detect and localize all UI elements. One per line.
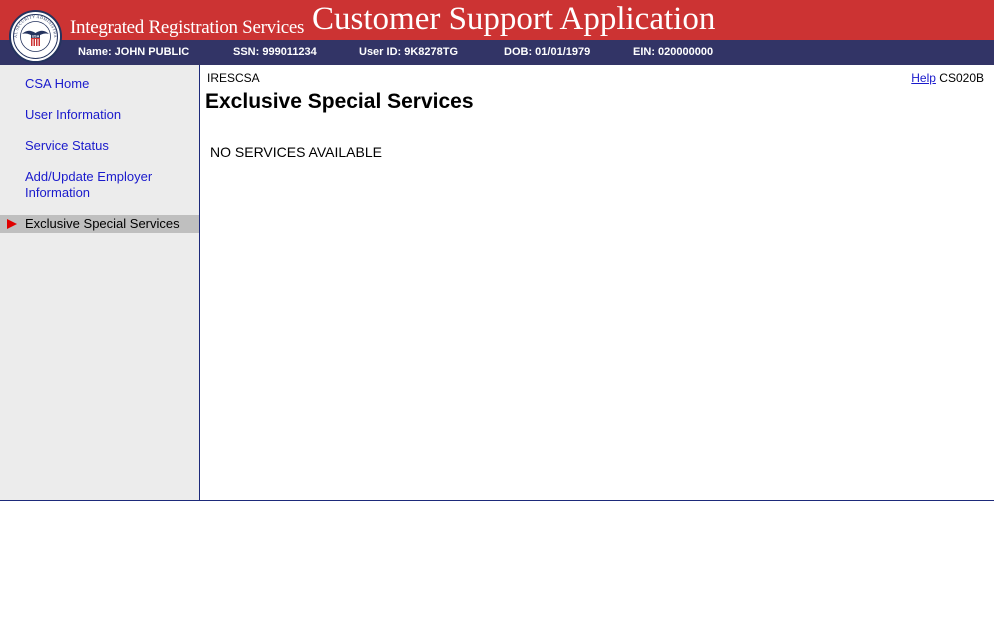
sidebar-item-csa-home[interactable]: CSA Home [25, 76, 89, 92]
sidebar-nav: CSA Home User Information Service Status… [0, 65, 199, 500]
main-content: IRESCSA Help CS020B Exclusive Special Se… [200, 65, 994, 500]
no-services-message: NO SERVICES AVAILABLE [210, 144, 382, 160]
user-ssn: SSN: 999011234 [233, 46, 317, 58]
system-title: Integrated Registration Services [70, 17, 305, 38]
header-banner: Integrated Registration Services Custome… [0, 0, 994, 40]
sidebar-item-label: Exclusive Special Services [25, 216, 180, 231]
user-id: User ID: 9K8278TG [359, 46, 459, 58]
ssa-seal-logo: USA SOCIAL SECURITY ADMINISTRATION [9, 10, 62, 63]
help-link[interactable]: Help [911, 71, 936, 85]
page-title: Exclusive Special Services [205, 90, 474, 113]
seal-center-text: USA [32, 35, 40, 39]
current-page-arrow-icon [7, 219, 17, 229]
system-name: IRESCSA [207, 71, 260, 85]
sidebar-item-service-status[interactable]: Service Status [25, 138, 109, 154]
sidebar-item-add-update-employer[interactable]: Add/Update Employer Information [25, 169, 185, 201]
user-info-bar: Name: JOHN PUBLIC SSN: 999011234 User ID… [0, 40, 994, 65]
screen-id: CS020B [939, 71, 984, 85]
user-ein: EIN: 020000000 [633, 46, 714, 58]
user-name: Name: JOHN PUBLIC [78, 46, 190, 58]
sidebar-item-exclusive-special-services: Exclusive Special Services [0, 215, 199, 233]
help-area: Help CS020B [911, 71, 984, 85]
sidebar-item-user-information[interactable]: User Information [25, 107, 121, 123]
app-title: Customer Support Application [312, 1, 716, 37]
user-dob: DOB: 01/01/1979 [504, 46, 591, 58]
horizontal-divider [0, 500, 994, 501]
